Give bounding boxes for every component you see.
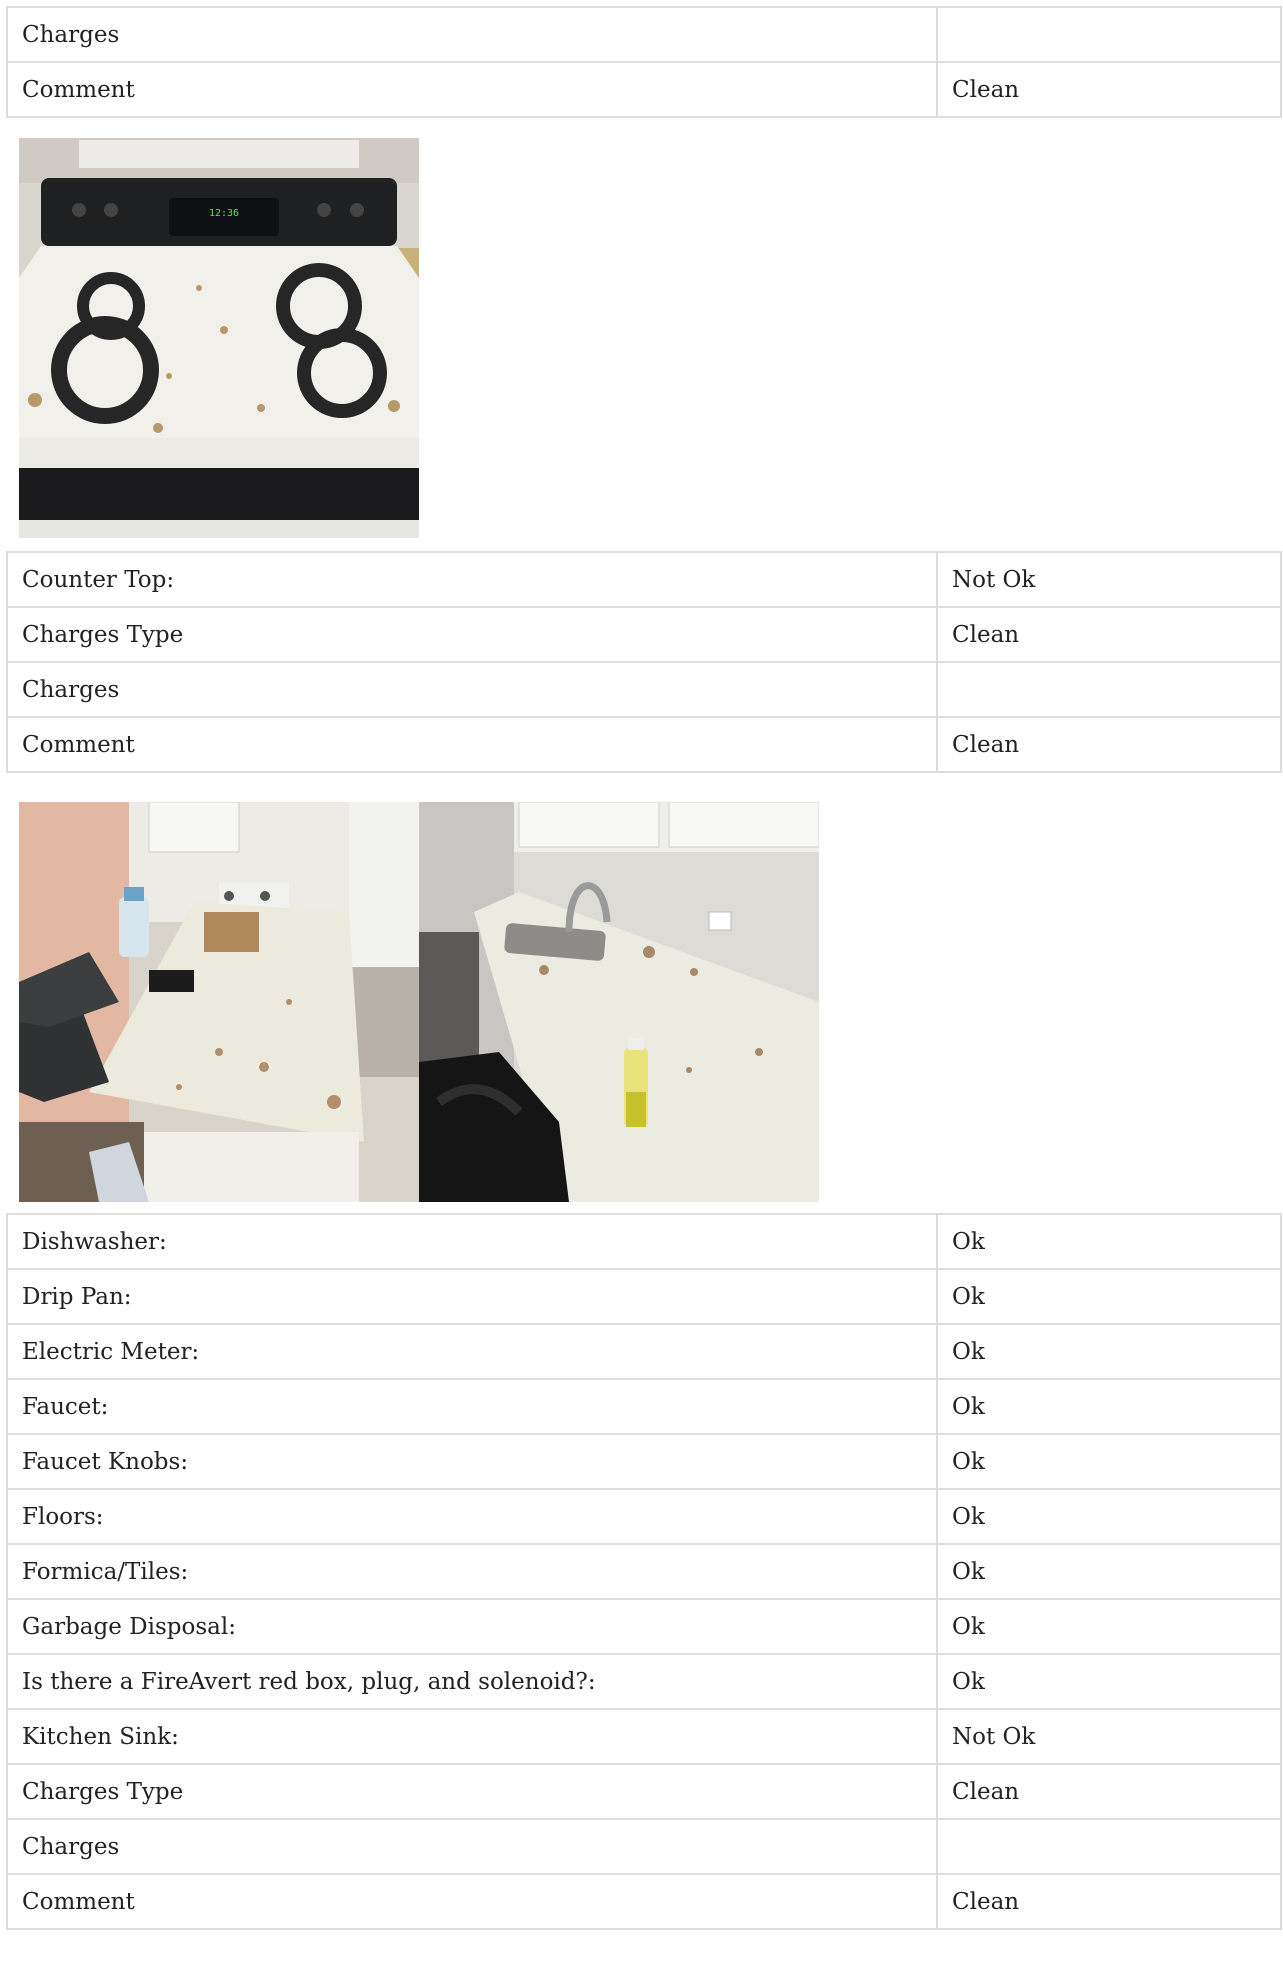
row-value [936, 661, 1282, 718]
table-row: Charges Type Clean [6, 1763, 1282, 1820]
row-label: Drip Pan: [6, 1268, 938, 1325]
row-label: Charges Type [6, 606, 938, 663]
inspection-table-counter-top: Counter Top: Not Ok Charges Type Clean C… [6, 551, 1282, 773]
counter-photo-1-image [19, 802, 419, 1202]
table-row: Charges [6, 6, 1282, 63]
row-value: Not Ok [936, 551, 1282, 608]
table-row: Counter Top: Not Ok [6, 551, 1282, 608]
row-label: Formica/Tiles: [6, 1543, 938, 1600]
stove-photo[interactable]: 12:36 [19, 138, 419, 538]
table-row: Garbage Disposal: Ok [6, 1598, 1282, 1655]
table-row: Dishwasher: Ok [6, 1213, 1282, 1270]
row-value: Not Ok [936, 1708, 1282, 1765]
stove-clock-display: 12:36 [209, 208, 239, 219]
table-row: Faucet: Ok [6, 1378, 1282, 1435]
counter-photo-2-image [419, 802, 819, 1202]
row-value: Ok [936, 1653, 1282, 1710]
row-label: Floors: [6, 1488, 938, 1545]
row-label: Garbage Disposal: [6, 1598, 938, 1655]
counter-photo-2[interactable] [419, 802, 819, 1202]
row-value: Ok [936, 1433, 1282, 1490]
table-row: Floors: Ok [6, 1488, 1282, 1545]
row-label: Comment [6, 61, 938, 118]
row-value: Clean [936, 606, 1282, 663]
row-label: Faucet: [6, 1378, 938, 1435]
table-row: Charges [6, 1818, 1282, 1875]
row-value: Ok [936, 1323, 1282, 1380]
row-label: Kitchen Sink: [6, 1708, 938, 1765]
table-row: Comment Clean [6, 716, 1282, 773]
row-label: Charges [6, 6, 938, 63]
row-value: Clean [936, 61, 1282, 118]
table-row: Formica/Tiles: Ok [6, 1543, 1282, 1600]
row-value [936, 6, 1282, 63]
stove-photo-image: 12:36 [19, 138, 419, 538]
row-value: Ok [936, 1543, 1282, 1600]
row-value: Ok [936, 1378, 1282, 1435]
row-label: Charges [6, 1818, 938, 1875]
row-value: Clean [936, 1763, 1282, 1820]
table-row: Electric Meter: Ok [6, 1323, 1282, 1380]
table-row: Kitchen Sink: Not Ok [6, 1708, 1282, 1765]
table-row: Comment Clean [6, 61, 1282, 118]
inspection-table-top: Charges Comment Clean [6, 6, 1282, 118]
table-row: Charges Type Clean [6, 606, 1282, 663]
row-label: Is there a FireAvert red box, plug, and … [6, 1653, 938, 1710]
row-value: Ok [936, 1213, 1282, 1270]
table-row: Charges [6, 661, 1282, 718]
row-value: Clean [936, 716, 1282, 773]
row-value [936, 1818, 1282, 1875]
row-label: Charges [6, 661, 938, 718]
row-value: Ok [936, 1598, 1282, 1655]
table-row: Drip Pan: Ok [6, 1268, 1282, 1325]
row-label: Charges Type [6, 1763, 938, 1820]
row-value: Ok [936, 1268, 1282, 1325]
row-label: Comment [6, 716, 938, 773]
row-label: Electric Meter: [6, 1323, 938, 1380]
table-row: Is there a FireAvert red box, plug, and … [6, 1653, 1282, 1710]
counter-photo-1[interactable] [19, 802, 419, 1202]
row-value: Clean [936, 1873, 1282, 1930]
row-value: Ok [936, 1488, 1282, 1545]
row-label: Faucet Knobs: [6, 1433, 938, 1490]
table-row: Comment Clean [6, 1873, 1282, 1930]
inspection-table-kitchen: Dishwasher: Ok Drip Pan: Ok Electric Met… [6, 1213, 1282, 1930]
row-label: Comment [6, 1873, 938, 1930]
row-label: Dishwasher: [6, 1213, 938, 1270]
row-label: Counter Top: [6, 551, 938, 608]
table-row: Faucet Knobs: Ok [6, 1433, 1282, 1490]
